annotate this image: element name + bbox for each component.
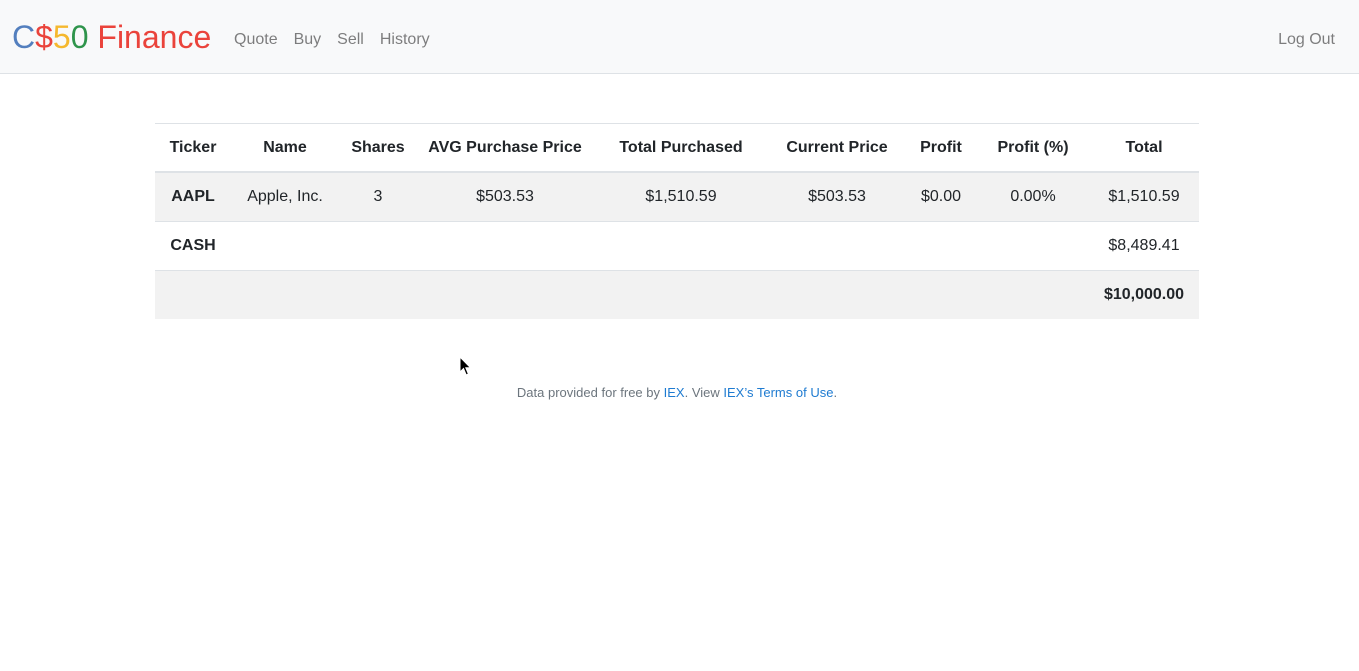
cell-profit-percent: 0.00%	[977, 171, 1089, 222]
brand-part-0: 0	[70, 19, 89, 55]
header-ticker: Ticker	[155, 123, 231, 173]
portfolio-table: Ticker Name Shares AVG Purchase Price To…	[155, 123, 1199, 319]
header-profit-percent: Profit (%)	[977, 123, 1089, 173]
grand-total-row: $10,000.00	[155, 270, 1199, 319]
footer-middle: . View	[684, 385, 724, 400]
nav-buy[interactable]: Buy	[286, 29, 330, 51]
header-name: Name	[231, 123, 339, 173]
nav-quote[interactable]: Quote	[226, 29, 286, 51]
nav-links: Quote Buy Sell History	[226, 29, 438, 51]
header-profit: Profit	[905, 123, 977, 173]
brand-part-dollar: $	[35, 19, 53, 55]
brand-part-5: 5	[52, 19, 71, 55]
cell-name: Apple, Inc.	[231, 171, 339, 222]
brand-logo[interactable]: C$50 Finance	[12, 18, 211, 56]
brand-part-finance: Finance	[88, 19, 212, 55]
cash-row: CASH $8,489.41	[155, 221, 1199, 271]
brand-part-c: C	[12, 19, 36, 55]
nav-right: Log Out	[1270, 29, 1343, 51]
cash-label: CASH	[155, 221, 231, 271]
cell-total: $1,510.59	[1089, 171, 1199, 222]
cell-total-purchased: $1,510.59	[593, 171, 769, 222]
grand-total-value: $10,000.00	[1089, 270, 1199, 319]
nav-sell[interactable]: Sell	[329, 29, 372, 51]
cell-current-price: $503.53	[769, 171, 905, 222]
cell-profit: $0.00	[905, 171, 977, 222]
logout-link[interactable]: Log Out	[1270, 31, 1343, 48]
header-total: Total	[1089, 123, 1199, 173]
header-current-price: Current Price	[769, 123, 905, 173]
cell-ticker: AAPL	[155, 171, 231, 222]
header-shares: Shares	[339, 123, 417, 173]
table-header-row: Ticker Name Shares AVG Purchase Price To…	[155, 123, 1199, 173]
footer-prefix: Data provided for free by	[516, 385, 664, 400]
iex-link[interactable]: IEX	[664, 385, 685, 400]
nav-history[interactable]: History	[372, 29, 438, 51]
header-total-purchased: Total Purchased	[593, 123, 769, 173]
footer: Data provided for free by IEX. View IEX’…	[0, 385, 1354, 400]
cell-avg-purchase-price: $503.53	[417, 171, 593, 222]
mouse-cursor-icon	[459, 356, 472, 376]
footer-suffix: .	[833, 385, 838, 400]
cash-value: $8,489.41	[1089, 221, 1199, 271]
table-row: AAPL Apple, Inc. 3 $503.53 $1,510.59 $50…	[155, 171, 1199, 222]
terms-link[interactable]: IEX’s Terms of Use	[723, 385, 833, 400]
navbar: C$50 Finance Quote Buy Sell History Log …	[0, 0, 1359, 74]
cell-shares: 3	[339, 171, 417, 222]
header-avg-purchase-price: AVG Purchase Price	[417, 123, 593, 173]
